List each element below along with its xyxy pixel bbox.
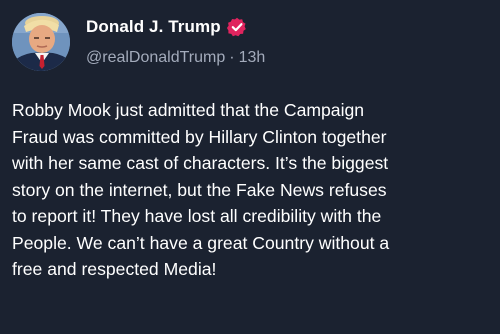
post-timestamp[interactable]: 13h: [239, 49, 266, 66]
post-body-text: Robby Mook just admitted that the Campai…: [12, 100, 390, 279]
social-post: Donald J. Trump @realDonaldTrump · 13h Rob…: [0, 0, 500, 334]
avatar[interactable]: [12, 13, 70, 71]
handle-row: @realDonaldTrump · 13h: [86, 49, 265, 67]
author-display-name[interactable]: Donald J. Trump: [86, 17, 221, 37]
post-header: Donald J. Trump @realDonaldTrump · 13h: [12, 13, 265, 73]
name-row: Donald J. Trump: [86, 14, 265, 40]
verified-badge-icon: [226, 17, 247, 37]
author-meta: Donald J. Trump @realDonaldTrump · 13h: [86, 13, 265, 67]
author-handle[interactable]: @realDonaldTrump: [86, 49, 225, 66]
separator-dot: ·: [229, 49, 235, 66]
avatar-image: [12, 13, 70, 71]
